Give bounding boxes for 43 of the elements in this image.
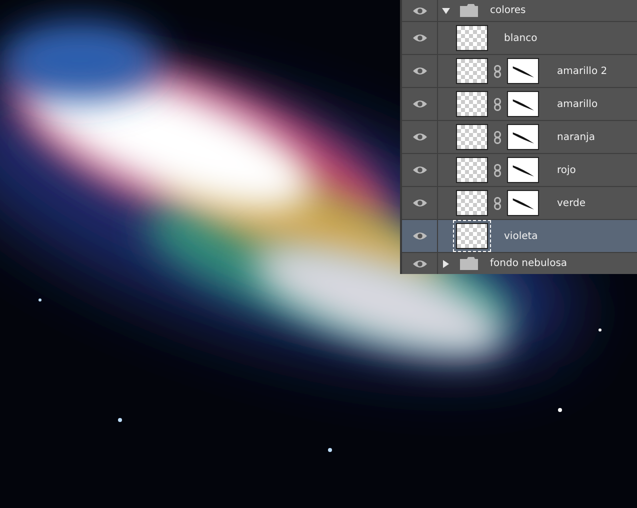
eye-icon[interactable] — [412, 258, 428, 268]
layer-name: amarillo 2 — [557, 64, 608, 78]
chain-link-icon — [494, 196, 501, 210]
layer-row[interactable]: colores — [402, 0, 637, 22]
eye-icon[interactable] — [412, 165, 428, 175]
eye-icon[interactable] — [412, 66, 428, 76]
caret-right-icon[interactable] — [442, 260, 450, 268]
layer-row[interactable]: amarillo 2 — [402, 55, 637, 88]
layer-name: amarillo — [557, 98, 598, 112]
layer-thumbnail — [456, 223, 488, 249]
eye-icon[interactable] — [412, 198, 428, 208]
layer-thumbnail — [456, 157, 488, 183]
layer-thumbnail — [456, 124, 488, 150]
layer-row[interactable]: verde — [402, 187, 637, 220]
layer-row[interactable]: rojo — [402, 154, 637, 187]
eye-icon[interactable] — [412, 6, 428, 16]
layer-name: verde — [557, 196, 586, 210]
layer-name: blanco — [504, 32, 538, 46]
layer-row[interactable]: fondo nebulosa — [402, 253, 637, 274]
folder-icon — [460, 257, 478, 270]
layer-row[interactable]: naranja — [402, 121, 637, 154]
layer-row[interactable]: violeta — [402, 220, 637, 253]
layer-name: fondo nebulosa — [490, 257, 568, 271]
eye-icon[interactable] — [412, 33, 428, 43]
layer-row[interactable]: blanco — [402, 22, 637, 55]
layer-name: violeta — [504, 230, 538, 244]
layer-thumbnail — [456, 91, 488, 117]
chain-link-icon — [494, 130, 501, 144]
layer-name: rojo — [557, 164, 576, 178]
caret-down-icon[interactable] — [442, 6, 450, 14]
layer-row[interactable]: amarillo — [402, 88, 637, 121]
layer-thumbnail — [456, 58, 488, 84]
eye-icon[interactable] — [412, 132, 428, 142]
chain-link-icon — [494, 64, 501, 78]
layer-name: colores — [490, 4, 526, 18]
folder-icon — [460, 4, 478, 17]
chain-link-icon — [494, 98, 501, 110]
layer-thumbnail — [456, 25, 488, 51]
eye-icon[interactable] — [412, 99, 428, 109]
chain-link-icon — [494, 164, 501, 176]
layer-name: naranja — [557, 130, 595, 144]
layer-thumbnail — [456, 190, 488, 216]
eye-icon[interactable] — [412, 231, 428, 241]
